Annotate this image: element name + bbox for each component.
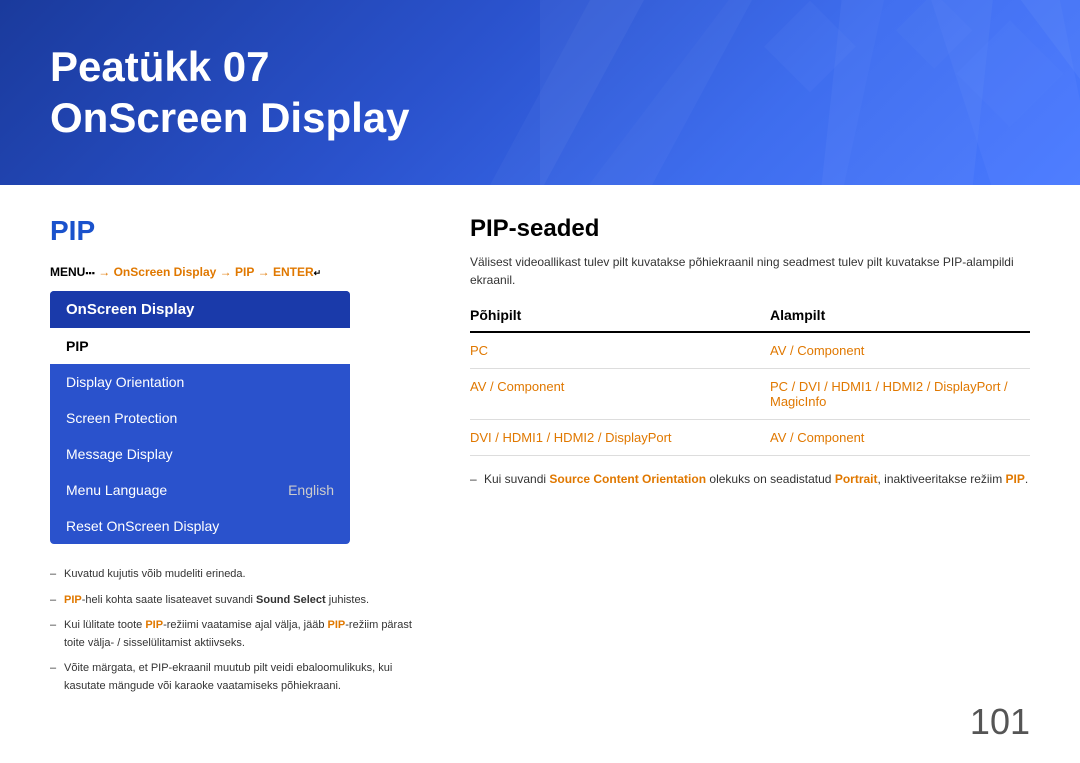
note-4: Võite märgata, et PIP-ekraanil muutub pi… (50, 660, 430, 695)
table-header: Põhipilt Alampilt (470, 307, 1030, 333)
table-cell-alt-2: PC / DVI / HDMI1 / HDMI2 / DisplayPort /… (770, 379, 1030, 409)
table-cell-main-3: DVI / HDMI1 / HDMI2 / DisplayPort (470, 430, 770, 445)
menu-item-menu-language-value: English (288, 482, 334, 498)
note-1: Kuvatud kujutis võib mudeliti erineda. (50, 566, 430, 584)
table-row: AV / Component PC / DVI / HDMI1 / HDMI2 … (470, 369, 1030, 420)
main-content: PIP MENU▪▪▪ → OnScreen Display → PIP → E… (0, 185, 1080, 734)
table-header-main: Põhipilt (470, 307, 770, 323)
menu-item-pip[interactable]: PIP (50, 328, 350, 364)
table-row: PC AV / Component (470, 333, 1030, 369)
chapter-title: Peatükk 07 OnScreen Display (50, 42, 409, 143)
table-cell-main-2: AV / Component (470, 379, 770, 409)
menu-path: MENU▪▪▪ → OnScreen Display → PIP → ENTER… (50, 265, 430, 279)
right-panel: PIP-seaded Välisest videoallikast tulev … (470, 215, 1030, 704)
note-2: PIP-heli kohta saate lisateavet suvandi … (50, 592, 430, 610)
section-label: OnScreen Display (50, 94, 409, 141)
menu-item-message-display[interactable]: Message Display (50, 436, 350, 472)
menu-item-menu-language-label: Menu Language (66, 482, 167, 498)
left-panel: PIP MENU▪▪▪ → OnScreen Display → PIP → E… (50, 215, 430, 704)
table-cell-main-1: PC (470, 343, 770, 358)
table-header-alt: Alampilt (770, 307, 1030, 323)
menu-path-nav: → OnScreen Display → PIP → ENTER (98, 265, 313, 279)
menu-path-menu-label: MENU (50, 265, 85, 279)
page-header: Peatükk 07 OnScreen Display (0, 0, 1080, 185)
menu-item-screen-protection[interactable]: Screen Protection (50, 400, 350, 436)
left-section-title: PIP (50, 215, 430, 247)
chapter-label: Peatükk 07 (50, 43, 269, 90)
right-note: Kui suvandi Source Content Orientation o… (470, 470, 1030, 489)
note-3: Kui lülitate toote PIP-režiimi vaatamise… (50, 617, 430, 652)
menu-item-menu-language[interactable]: Menu Language English (50, 472, 350, 508)
menu-title: OnScreen Display (50, 291, 350, 328)
table-cell-alt-1: AV / Component (770, 343, 1030, 358)
page-number: 101 (970, 701, 1030, 743)
right-section-title: PIP-seaded (470, 215, 1030, 243)
right-description: Välisest videoallikast tulev pilt kuvata… (470, 253, 1030, 289)
table-cell-alt-3: AV / Component (770, 430, 1030, 445)
menu-item-reset[interactable]: Reset OnScreen Display (50, 508, 350, 544)
table-row: DVI / HDMI1 / HDMI2 / DisplayPort AV / C… (470, 420, 1030, 456)
menu-item-display-orientation[interactable]: Display Orientation (50, 364, 350, 400)
left-notes: Kuvatud kujutis võib mudeliti erineda. P… (50, 566, 430, 696)
header-title-block: Peatükk 07 OnScreen Display (50, 42, 409, 143)
onscreen-menu: OnScreen Display PIP Display Orientation… (50, 291, 350, 544)
